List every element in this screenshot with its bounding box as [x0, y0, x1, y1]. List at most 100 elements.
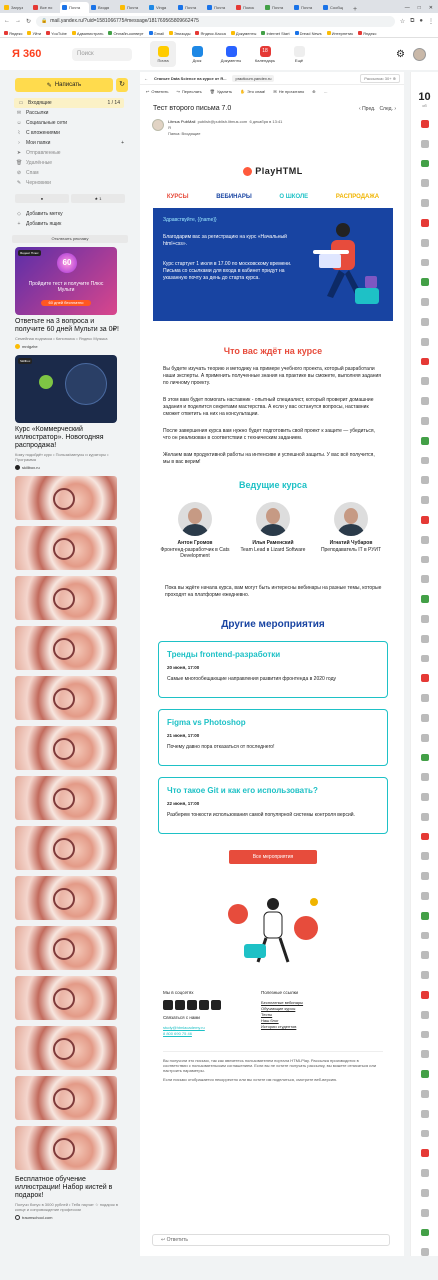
- app-icon[interactable]: [420, 595, 429, 603]
- menu-icon[interactable]: ⋮: [428, 18, 434, 25]
- app-icon[interactable]: [420, 911, 429, 920]
- bookmark-item[interactable]: Яндекс.Касса: [195, 31, 226, 36]
- app-icon[interactable]: [420, 199, 429, 207]
- delete-button[interactable]: 🗑 Удалить: [210, 89, 232, 94]
- app-icon[interactable]: [420, 674, 429, 683]
- bookmark-item[interactable]: Яндекс: [4, 31, 22, 36]
- back-arrow-icon[interactable]: ←: [144, 76, 148, 81]
- app-icon[interactable]: [420, 634, 429, 643]
- browser-tab[interactable]: Сообщ: [321, 2, 350, 13]
- label-important[interactable]: ★ 1: [71, 194, 125, 203]
- app-icon[interactable]: [420, 713, 429, 722]
- app-icon[interactable]: [420, 476, 429, 485]
- footer-link[interactable]: Истории студентов: [261, 1024, 303, 1030]
- minimize-icon[interactable]: —: [405, 5, 410, 11]
- ad-image-mosaic[interactable]: [15, 476, 128, 1170]
- search-input[interactable]: Поиск: [72, 47, 132, 61]
- add-folder-button[interactable]: +: [121, 140, 128, 146]
- profile-icon[interactable]: ●: [419, 18, 423, 24]
- browser-tab[interactable]: Почта: [263, 2, 292, 13]
- app-icon[interactable]: [420, 575, 429, 584]
- app-icon[interactable]: [420, 694, 429, 702]
- app-icon[interactable]: [420, 456, 429, 465]
- browser-tab[interactable]: Загруз: [2, 2, 31, 13]
- event-title[interactable]: Что такое Git и как его использовать?: [167, 786, 379, 795]
- browser-tab[interactable]: Почта: [118, 2, 147, 13]
- app-icon[interactable]: [420, 753, 429, 762]
- bookmark-item[interactable]: Уйти: [27, 31, 41, 36]
- youtube-icon[interactable]: [187, 1000, 197, 1011]
- mark-unread-button[interactable]: ✉ Не прочитано: [273, 89, 304, 94]
- app-icon[interactable]: [420, 218, 429, 227]
- reload-icon[interactable]: ↻: [26, 18, 31, 25]
- app-icon[interactable]: [420, 614, 429, 623]
- app-icon[interactable]: [420, 515, 429, 524]
- service-calendar[interactable]: 18 Календарь: [252, 41, 278, 67]
- app-icon[interactable]: [420, 1109, 429, 1118]
- folder-social[interactable]: ☺ Социальные сети: [12, 118, 128, 128]
- app-icon[interactable]: [420, 1129, 429, 1138]
- sender-email[interactable]: publish@publish.litmus.com: [198, 119, 248, 124]
- app-icon[interactable]: [420, 892, 429, 900]
- telegram-icon[interactable]: [199, 1000, 209, 1011]
- service-mail[interactable]: Почта: [150, 41, 176, 67]
- bookmark-item[interactable]: Яндекс: [358, 31, 376, 36]
- reply-button[interactable]: ↩ Ответить: [146, 89, 168, 94]
- app-icon[interactable]: [420, 872, 429, 881]
- bookmark-item[interactable]: Онлайн-конверт: [108, 31, 144, 36]
- browser-tab[interactable]: Vinga: [147, 2, 176, 13]
- app-icon[interactable]: [420, 1010, 429, 1019]
- add-mailbox-link[interactable]: + Добавить ящик: [12, 219, 128, 229]
- app-icon[interactable]: [420, 1030, 429, 1039]
- app-icon[interactable]: [420, 159, 429, 168]
- spam-button[interactable]: ✋ Это спам!: [240, 89, 265, 94]
- app-icon[interactable]: [420, 357, 429, 366]
- browser-tab[interactable]: Почта: [205, 2, 234, 13]
- extensions-icon[interactable]: ⧉: [410, 18, 414, 25]
- quick-reply-input[interactable]: ↩ Ответить: [152, 1234, 390, 1246]
- app-icon[interactable]: [420, 991, 429, 999]
- browser-tab[interactable]: Почта: [176, 2, 205, 13]
- all-events-button[interactable]: Все мероприятия: [229, 850, 317, 865]
- refresh-button[interactable]: ↻: [116, 78, 128, 92]
- nav-about-link[interactable]: О ШКОЛЕ: [279, 194, 308, 200]
- bookmark-item[interactable]: Dread News: [294, 31, 322, 36]
- app-icon[interactable]: [420, 535, 429, 544]
- app-icon[interactable]: [420, 1228, 429, 1237]
- app-icon[interactable]: [420, 1248, 429, 1257]
- app-icon[interactable]: [420, 654, 429, 663]
- new-tab-button[interactable]: +: [350, 6, 360, 13]
- service-docs[interactable]: Документы: [218, 41, 244, 67]
- app-icon[interactable]: [420, 436, 429, 445]
- browser-tab[interactable]: Почта: [292, 2, 321, 13]
- newsletter-chip[interactable]: Рассылка• 30+ ⊕: [360, 73, 400, 83]
- prev-message-link[interactable]: ‹ Пред.: [359, 106, 375, 112]
- app-icon[interactable]: [420, 1208, 429, 1217]
- star-icon[interactable]: ☆: [400, 18, 405, 25]
- contact-phone-link[interactable]: 8 800 690 75 46: [163, 1031, 221, 1037]
- close-icon[interactable]: ✕: [429, 5, 433, 11]
- browser-tab[interactable]: Все по: [31, 2, 60, 13]
- add-label-link[interactable]: ◇ Добавить метку: [12, 209, 128, 219]
- vk-icon[interactable]: [211, 1000, 221, 1011]
- bookmark-item[interactable]: Интернетик: [326, 31, 353, 36]
- app-icon[interactable]: [420, 139, 429, 148]
- app-icon[interactable]: [420, 555, 429, 564]
- app-icon[interactable]: [420, 496, 429, 504]
- app-icon[interactable]: [420, 238, 429, 247]
- event-title[interactable]: Тренды frontend-разработки: [167, 650, 379, 659]
- service-more[interactable]: Ещё: [286, 41, 312, 67]
- compose-button[interactable]: ✎ Написать: [15, 78, 113, 92]
- app-icon[interactable]: [420, 317, 429, 326]
- app-icon[interactable]: [420, 1090, 429, 1098]
- bookmark-item[interactable]: YouTube: [46, 31, 67, 36]
- app-icon[interactable]: [420, 1070, 429, 1079]
- app-icon[interactable]: [420, 1169, 429, 1178]
- forward-button[interactable]: ↪ Переслать: [176, 89, 201, 94]
- app-icon[interactable]: [420, 951, 429, 960]
- app-icon[interactable]: [420, 773, 429, 782]
- calendar-day[interactable]: 10: [418, 92, 430, 103]
- brand-logo[interactable]: PlayHTML: [153, 166, 393, 177]
- app-icon[interactable]: [420, 1149, 429, 1158]
- disable-ads-button[interactable]: Отключить рекламу: [12, 235, 128, 243]
